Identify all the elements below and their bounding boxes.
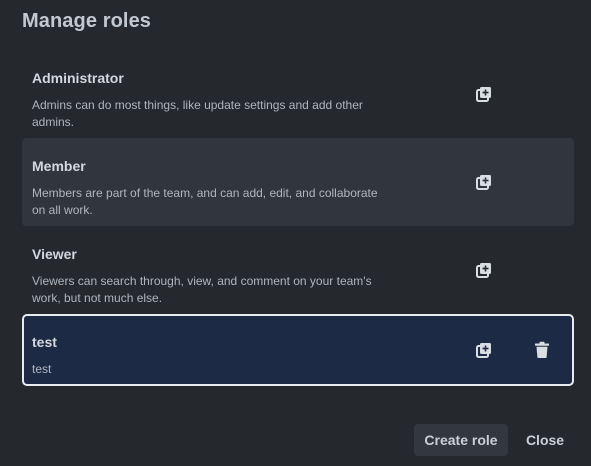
close-button[interactable]: Close [516,424,574,456]
role-row-test[interactable]: test test [22,314,574,386]
role-description: Admins can do most things, like update s… [32,98,363,129]
duplicate-role-icon[interactable] [472,258,496,282]
role-name: Member [32,158,86,174]
role-description: test [32,362,52,376]
role-row-viewer[interactable]: Viewer Viewers can search through, view,… [22,226,574,314]
create-role-button[interactable]: Create role [414,424,508,456]
role-description: Viewers can search through, view, and co… [32,274,372,305]
role-name: Administrator [32,70,124,86]
duplicate-role-icon[interactable] [472,170,496,194]
role-name: Viewer [32,246,77,262]
role-row-administrator[interactable]: Administrator Admins can do most things,… [22,50,574,138]
trash-icon[interactable] [530,338,554,362]
duplicate-role-icon[interactable] [472,82,496,106]
role-description: Members are part of the team, and can ad… [32,186,378,217]
dialog-title: Manage roles [22,10,152,32]
role-list: Administrator Admins can do most things,… [22,50,574,386]
duplicate-role-icon[interactable] [472,338,496,362]
role-name: test [32,334,57,350]
role-row-member[interactable]: Member Members are part of the team, and… [22,138,574,226]
